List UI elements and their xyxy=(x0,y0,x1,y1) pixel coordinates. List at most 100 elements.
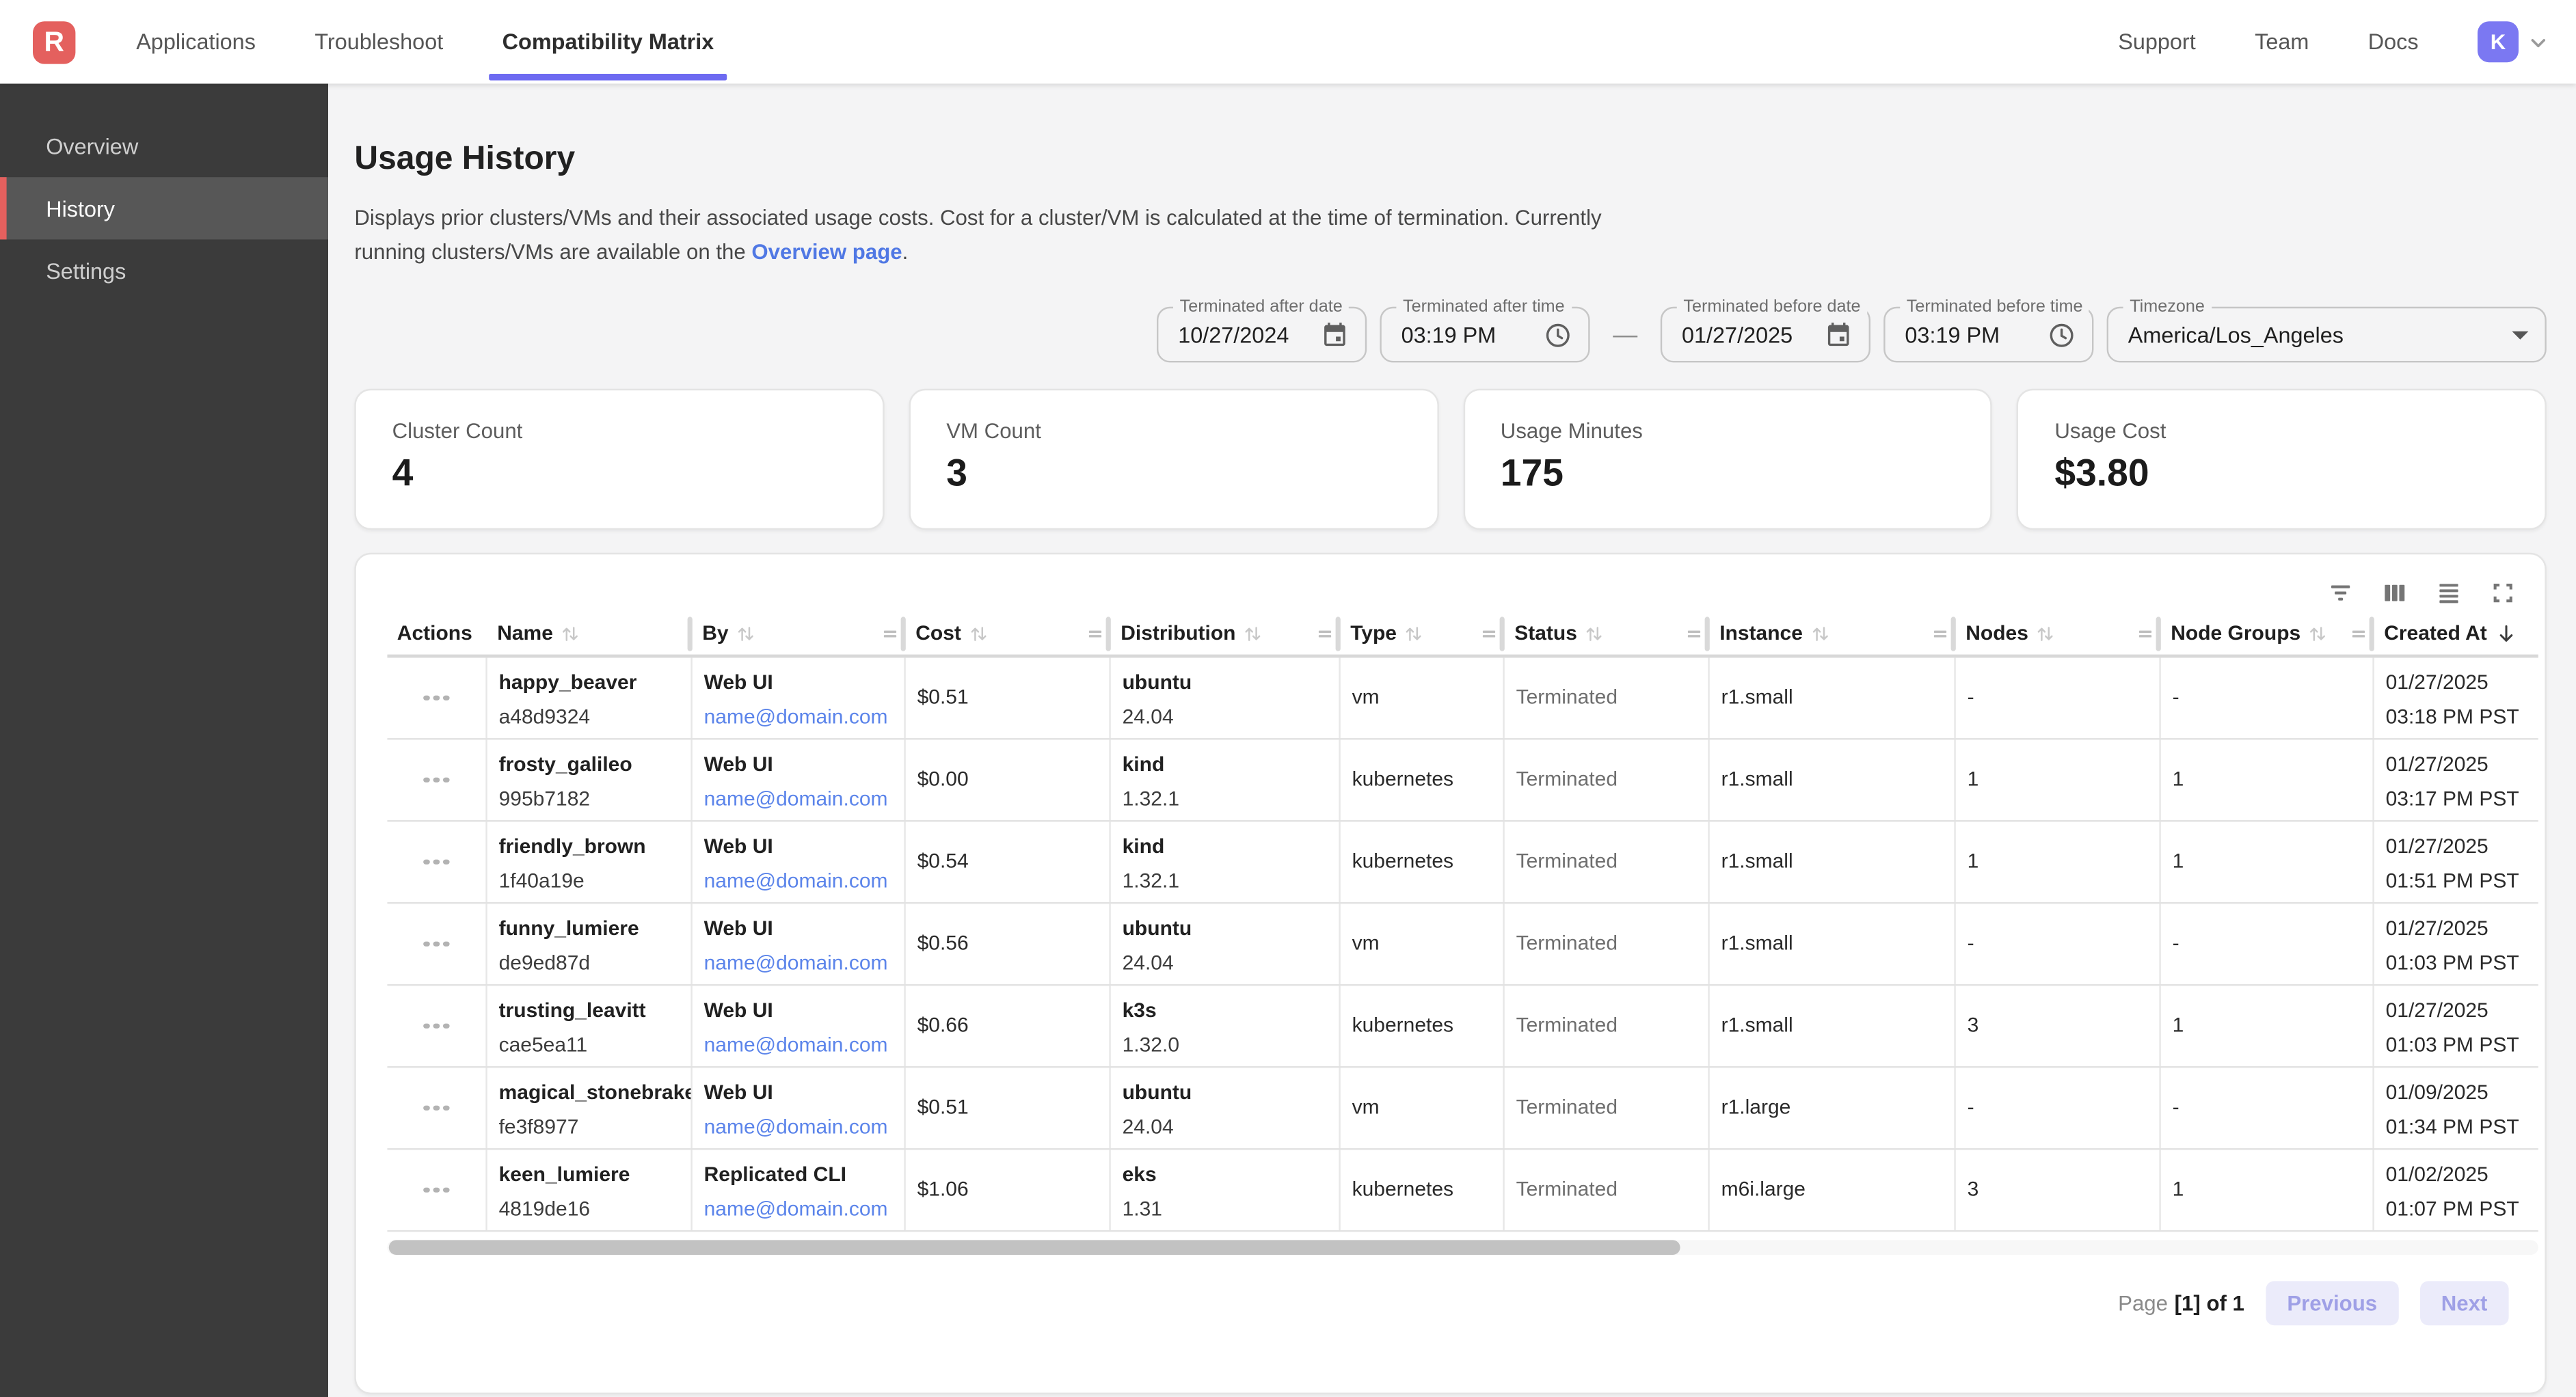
sort-icon[interactable] xyxy=(560,623,581,644)
sidebar-item-overview[interactable]: Overview xyxy=(0,115,328,177)
column-menu-icon[interactable] xyxy=(1314,623,1335,644)
table-row[interactable]: trusting_leavitt cae5ea11 Web UI name@do… xyxy=(387,986,2538,1068)
column-resize-handle[interactable] xyxy=(1500,616,1505,651)
table-row[interactable]: friendly_brown 1f40a19e Web UI name@doma… xyxy=(387,822,2538,904)
column-header-status[interactable]: Status xyxy=(1505,612,1710,654)
columns-icon[interactable] xyxy=(2380,578,2409,606)
clock-icon[interactable] xyxy=(2048,321,2076,349)
calendar-icon[interactable] xyxy=(1825,321,1853,349)
row-actions-menu-icon[interactable] xyxy=(417,688,455,707)
column-menu-icon[interactable] xyxy=(879,623,900,644)
column-menu-icon[interactable] xyxy=(1084,623,1105,644)
scrollbar-thumb[interactable] xyxy=(389,1240,1680,1255)
row-actions-menu-icon[interactable] xyxy=(417,1016,455,1035)
sort-icon[interactable] xyxy=(2307,623,2329,644)
column-resize-handle[interactable] xyxy=(1336,616,1341,651)
instance-cell: r1.small xyxy=(1710,904,1956,984)
nav-item-team[interactable]: Team xyxy=(2255,29,2309,54)
email-link[interactable]: name@domain.com xyxy=(704,951,888,975)
row-actions-menu-icon[interactable] xyxy=(417,1098,455,1117)
terminated-before-date-input[interactable]: Terminated before date 01/27/2025 xyxy=(1661,307,1870,363)
column-header-by[interactable]: By xyxy=(693,612,906,654)
node-groups-value: - xyxy=(2173,686,2179,710)
sort-icon[interactable] xyxy=(1242,623,1263,644)
sidebar-item-settings[interactable]: Settings xyxy=(0,239,328,301)
column-resize-handle[interactable] xyxy=(1705,616,1710,651)
column-header-distribution[interactable]: Distribution xyxy=(1111,612,1341,654)
nodes-value: - xyxy=(1968,1096,1974,1120)
sort-icon[interactable] xyxy=(1810,623,1831,644)
column-header-node-groups[interactable]: Node Groups xyxy=(2161,612,2374,654)
row-actions-menu-icon[interactable] xyxy=(417,770,455,789)
distribution-cell: ubuntu 24.04 xyxy=(1111,657,1341,738)
fullscreen-icon[interactable] xyxy=(2489,578,2517,606)
distribution-version: 1.32.0 xyxy=(1123,1033,1329,1058)
sort-icon[interactable] xyxy=(2035,623,2056,644)
column-resize-handle[interactable] xyxy=(2156,616,2161,651)
calendar-icon[interactable] xyxy=(1321,321,1349,349)
stat-value: 175 xyxy=(1501,451,1991,496)
column-menu-icon[interactable] xyxy=(2348,623,2369,644)
status-cell: Terminated xyxy=(1505,1150,1710,1230)
terminated-after-date-input[interactable]: Terminated after date 10/27/2024 xyxy=(1157,307,1367,363)
sort-icon[interactable] xyxy=(735,623,756,644)
nav-item-troubleshoot[interactable]: Troubleshoot xyxy=(314,0,443,83)
column-resize-handle[interactable] xyxy=(901,616,906,651)
column-label: Instance xyxy=(1719,622,1803,645)
density-icon[interactable] xyxy=(2435,578,2463,606)
column-resize-handle[interactable] xyxy=(1106,616,1111,651)
email-link[interactable]: name@domain.com xyxy=(704,787,888,811)
filter-icon[interactable] xyxy=(2326,578,2354,606)
column-resize-handle[interactable] xyxy=(688,616,693,651)
previous-page-button[interactable]: Previous xyxy=(2266,1281,2398,1325)
table-row[interactable]: keen_lumiere 4819de16 Replicated CLI nam… xyxy=(387,1150,2538,1232)
clock-icon[interactable] xyxy=(1544,321,1572,349)
cost-value: $0.56 xyxy=(917,932,969,956)
column-menu-icon[interactable] xyxy=(2134,623,2156,644)
nav-item-support[interactable]: Support xyxy=(2118,29,2196,54)
avatar[interactable]: K xyxy=(2478,21,2519,62)
sort-icon[interactable] xyxy=(1583,623,1605,644)
table-row[interactable]: magical_stonebraker fe3f8977 Web UI name… xyxy=(387,1068,2538,1150)
column-header-cost[interactable]: Cost xyxy=(906,612,1111,654)
email-link[interactable]: name@domain.com xyxy=(704,1115,888,1139)
column-header-type[interactable]: Type xyxy=(1341,612,1505,654)
sort-icon[interactable] xyxy=(1404,623,1425,644)
terminated-before-time-input[interactable]: Terminated before time 03:19 PM xyxy=(1883,307,2093,363)
email-link[interactable]: name@domain.com xyxy=(704,1197,888,1221)
nav-item-applications[interactable]: Applications xyxy=(136,0,256,83)
column-header-instance[interactable]: Instance xyxy=(1710,612,1956,654)
distribution-version: 24.04 xyxy=(1123,951,1329,976)
horizontal-scrollbar[interactable] xyxy=(387,1240,2538,1255)
email-link[interactable]: name@domain.com xyxy=(704,705,888,729)
column-header-created-at[interactable]: Created At xyxy=(2374,612,2538,654)
next-page-button[interactable]: Next xyxy=(2420,1281,2509,1325)
account-menu[interactable]: K xyxy=(2478,21,2550,62)
column-header-nodes[interactable]: Nodes xyxy=(1956,612,2161,654)
status-badge: Terminated xyxy=(1516,768,1618,792)
email-link[interactable]: name@domain.com xyxy=(704,869,888,893)
table-row[interactable]: funny_lumiere de9ed87d Web UI name@domai… xyxy=(387,904,2538,986)
email-link[interactable]: name@domain.com xyxy=(704,1033,888,1057)
instance-value: r1.small xyxy=(1721,768,1793,792)
column-resize-handle[interactable] xyxy=(1951,616,1956,651)
sidebar-item-history[interactable]: History xyxy=(0,177,328,239)
nav-item-docs[interactable]: Docs xyxy=(2368,29,2419,54)
table-row[interactable]: happy_beaver a48d9324 Web UI name@domain… xyxy=(387,657,2538,740)
overview-page-link[interactable]: Overview page xyxy=(751,239,902,263)
table-row[interactable]: frosty_galileo 995b7182 Web UI name@doma… xyxy=(387,740,2538,822)
row-actions-menu-icon[interactable] xyxy=(417,1180,455,1199)
column-menu-icon[interactable] xyxy=(1478,623,1499,644)
column-resize-handle[interactable] xyxy=(2370,616,2374,651)
row-actions-menu-icon[interactable] xyxy=(417,934,455,953)
column-menu-icon[interactable] xyxy=(1683,623,1704,644)
sort-desc-icon[interactable] xyxy=(2493,621,2518,645)
replicated-logo[interactable]: R xyxy=(33,21,75,63)
nav-item-compatibility-matrix[interactable]: Compatibility Matrix xyxy=(502,0,714,83)
sort-icon[interactable] xyxy=(967,623,989,644)
column-menu-icon[interactable] xyxy=(1929,623,1950,644)
timezone-select[interactable]: Timezone America/Los_Angeles xyxy=(2107,307,2547,363)
terminated-after-time-input[interactable]: Terminated after time 03:19 PM xyxy=(1380,307,1589,363)
column-header-name[interactable]: Name xyxy=(487,612,693,654)
row-actions-menu-icon[interactable] xyxy=(417,852,455,871)
